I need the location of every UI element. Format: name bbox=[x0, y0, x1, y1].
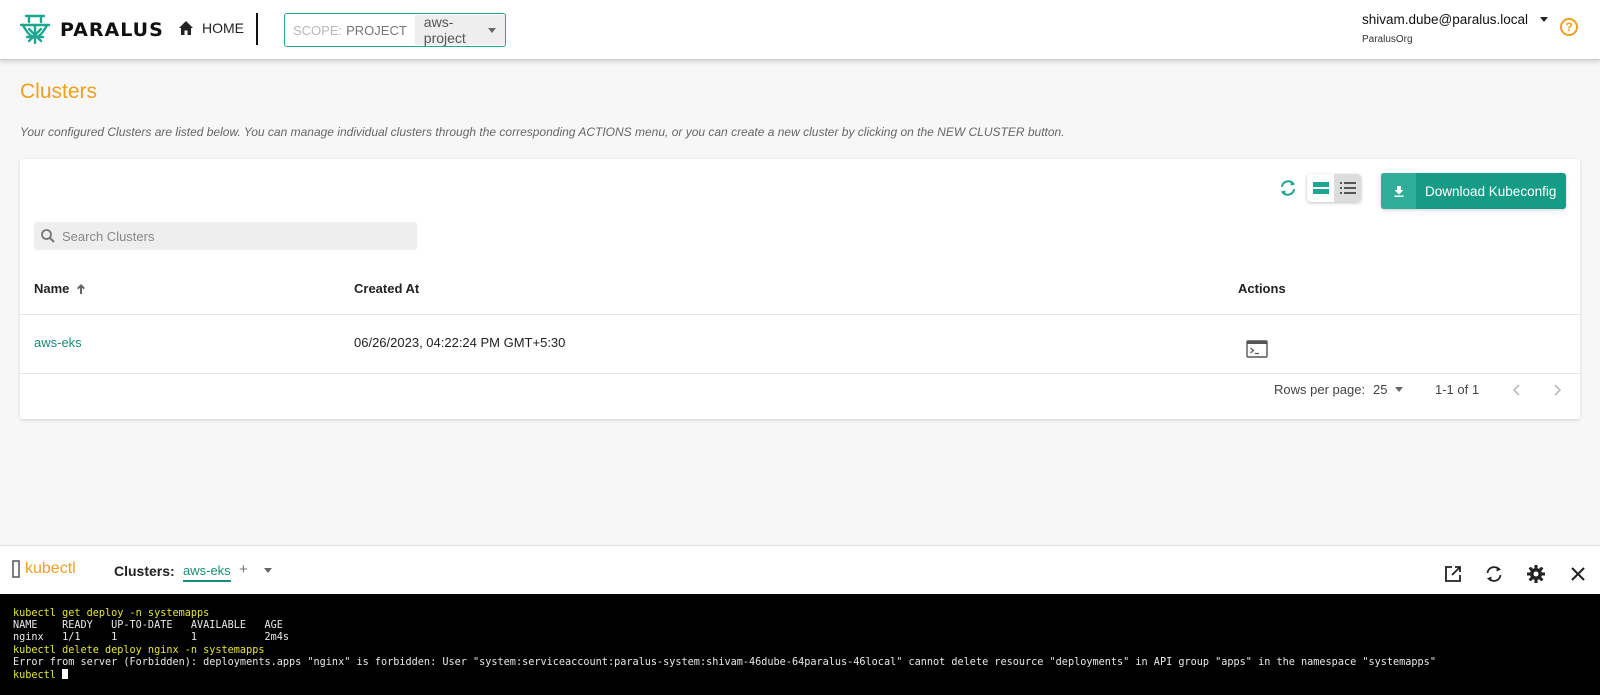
download-kubeconfig-button[interactable]: Download Kubeconfig bbox=[1381, 173, 1566, 209]
scope-value: PROJECT bbox=[346, 22, 407, 38]
terminal-cursor bbox=[62, 669, 69, 680]
scope-selector: SCOPE: PROJECT aws-project bbox=[284, 13, 506, 47]
search-box bbox=[34, 222, 417, 250]
terminal-icon[interactable] bbox=[1246, 340, 1268, 358]
chevron-down-icon bbox=[1395, 387, 1404, 392]
logo-text: PARALUS bbox=[60, 19, 164, 41]
header-divider bbox=[256, 13, 258, 45]
tab-aws-eks[interactable]: aws-eks bbox=[183, 563, 231, 582]
cluster-created-at: 06/26/2023, 04:22:24 PM GMT+5:30 bbox=[354, 335, 566, 350]
open-in-new-icon[interactable] bbox=[1443, 564, 1463, 584]
terminal-line-command: kubectl get deploy -n systemapps bbox=[13, 608, 210, 619]
sort-arrow-up-icon bbox=[77, 283, 86, 294]
download-icon bbox=[1381, 173, 1416, 209]
previous-page-icon[interactable] bbox=[1511, 383, 1523, 397]
view-toggle bbox=[1307, 174, 1361, 202]
project-name: aws-project bbox=[423, 14, 466, 46]
home-link[interactable]: HOME bbox=[178, 20, 244, 36]
download-kubeconfig-label: Download Kubeconfig bbox=[1425, 183, 1557, 199]
view-list-icon bbox=[1339, 182, 1356, 194]
clusters-label: Clusters: bbox=[114, 563, 175, 579]
terminal-line-output: NAME READY UP-TO-DATE AVAILABLE AGE bbox=[13, 620, 283, 632]
terminal-line-error: Error from server (Forbidden): deploymen… bbox=[13, 656, 1436, 668]
page-title: Clusters bbox=[20, 80, 98, 103]
column-header-created-at[interactable]: Created At bbox=[354, 281, 419, 296]
rows-per-page-value: 25 bbox=[1373, 382, 1388, 397]
user-email-dropdown[interactable]: shivam.dube@paralus.local bbox=[1362, 12, 1549, 27]
chevron-down-icon bbox=[488, 27, 496, 33]
terminal-prompt: kubectl bbox=[13, 670, 63, 682]
kubectl-terminal[interactable]: kubectl get deploy -n systemapps NAME REA… bbox=[0, 594, 1600, 695]
column-header-name-label: Name bbox=[34, 281, 70, 296]
kubectl-title: kubectl bbox=[25, 560, 76, 577]
card-view-button[interactable] bbox=[1307, 174, 1334, 202]
terminal-line-output: nginx 1/1 1 1 2m4s bbox=[13, 632, 290, 644]
kubectl-logo: kubectl bbox=[12, 560, 76, 578]
home-label: HOME bbox=[202, 20, 244, 36]
kubectl-panel-header: kubectl Clusters: aws-eks + bbox=[0, 545, 1600, 594]
column-header-name[interactable]: Name bbox=[34, 281, 87, 296]
reconnect-icon[interactable] bbox=[1484, 564, 1504, 584]
add-cluster-tab-button[interactable]: + bbox=[239, 561, 248, 578]
refresh-icon[interactable] bbox=[1278, 178, 1298, 198]
scope-label: SCOPE: bbox=[293, 22, 343, 38]
cluster-name-link[interactable]: aws-eks bbox=[34, 335, 82, 350]
chevron-down-icon bbox=[1540, 17, 1549, 22]
view-stream-icon bbox=[1312, 182, 1329, 194]
pagination-range: 1-1 of 1 bbox=[1435, 382, 1480, 397]
help-icon[interactable]: ? bbox=[1560, 18, 1578, 36]
project-dropdown[interactable]: aws-project bbox=[414, 14, 505, 46]
settings-gear-icon[interactable] bbox=[1526, 564, 1546, 584]
chevron-down-icon[interactable] bbox=[264, 568, 272, 573]
rows-per-page-select[interactable]: 25 bbox=[1373, 382, 1404, 397]
header-divider-line bbox=[20, 314, 1580, 315]
top-header: PARALUS HOME SCOPE: PROJECT aws-project … bbox=[0, 0, 1600, 60]
user-menu[interactable]: shivam.dube@paralus.local ParalusOrg bbox=[1362, 12, 1549, 45]
terminal-line-command: kubectl delete deploy nginx -n systemapp… bbox=[13, 644, 265, 656]
rows-per-page-label: Rows per page: bbox=[1274, 382, 1366, 397]
column-header-actions: Actions bbox=[1238, 281, 1286, 296]
row-divider-line bbox=[20, 373, 1580, 374]
clusters-card: Download Kubeconfig Name Created At Acti… bbox=[20, 159, 1580, 419]
home-icon bbox=[179, 21, 193, 35]
ship-wheel-logo-icon bbox=[19, 14, 51, 45]
paralus-logo[interactable]: PARALUS bbox=[18, 13, 164, 47]
next-page-icon[interactable] bbox=[1551, 383, 1563, 397]
list-view-button[interactable] bbox=[1334, 174, 1361, 202]
terminal-bar-icon bbox=[12, 560, 20, 578]
search-clusters-input[interactable] bbox=[62, 228, 402, 244]
user-org: ParalusOrg bbox=[1362, 34, 1413, 45]
close-icon[interactable] bbox=[1568, 564, 1588, 584]
search-icon bbox=[41, 229, 55, 243]
page-description: Your configured Clusters are listed belo… bbox=[20, 125, 1065, 139]
user-email: shivam.dube@paralus.local bbox=[1362, 12, 1529, 27]
